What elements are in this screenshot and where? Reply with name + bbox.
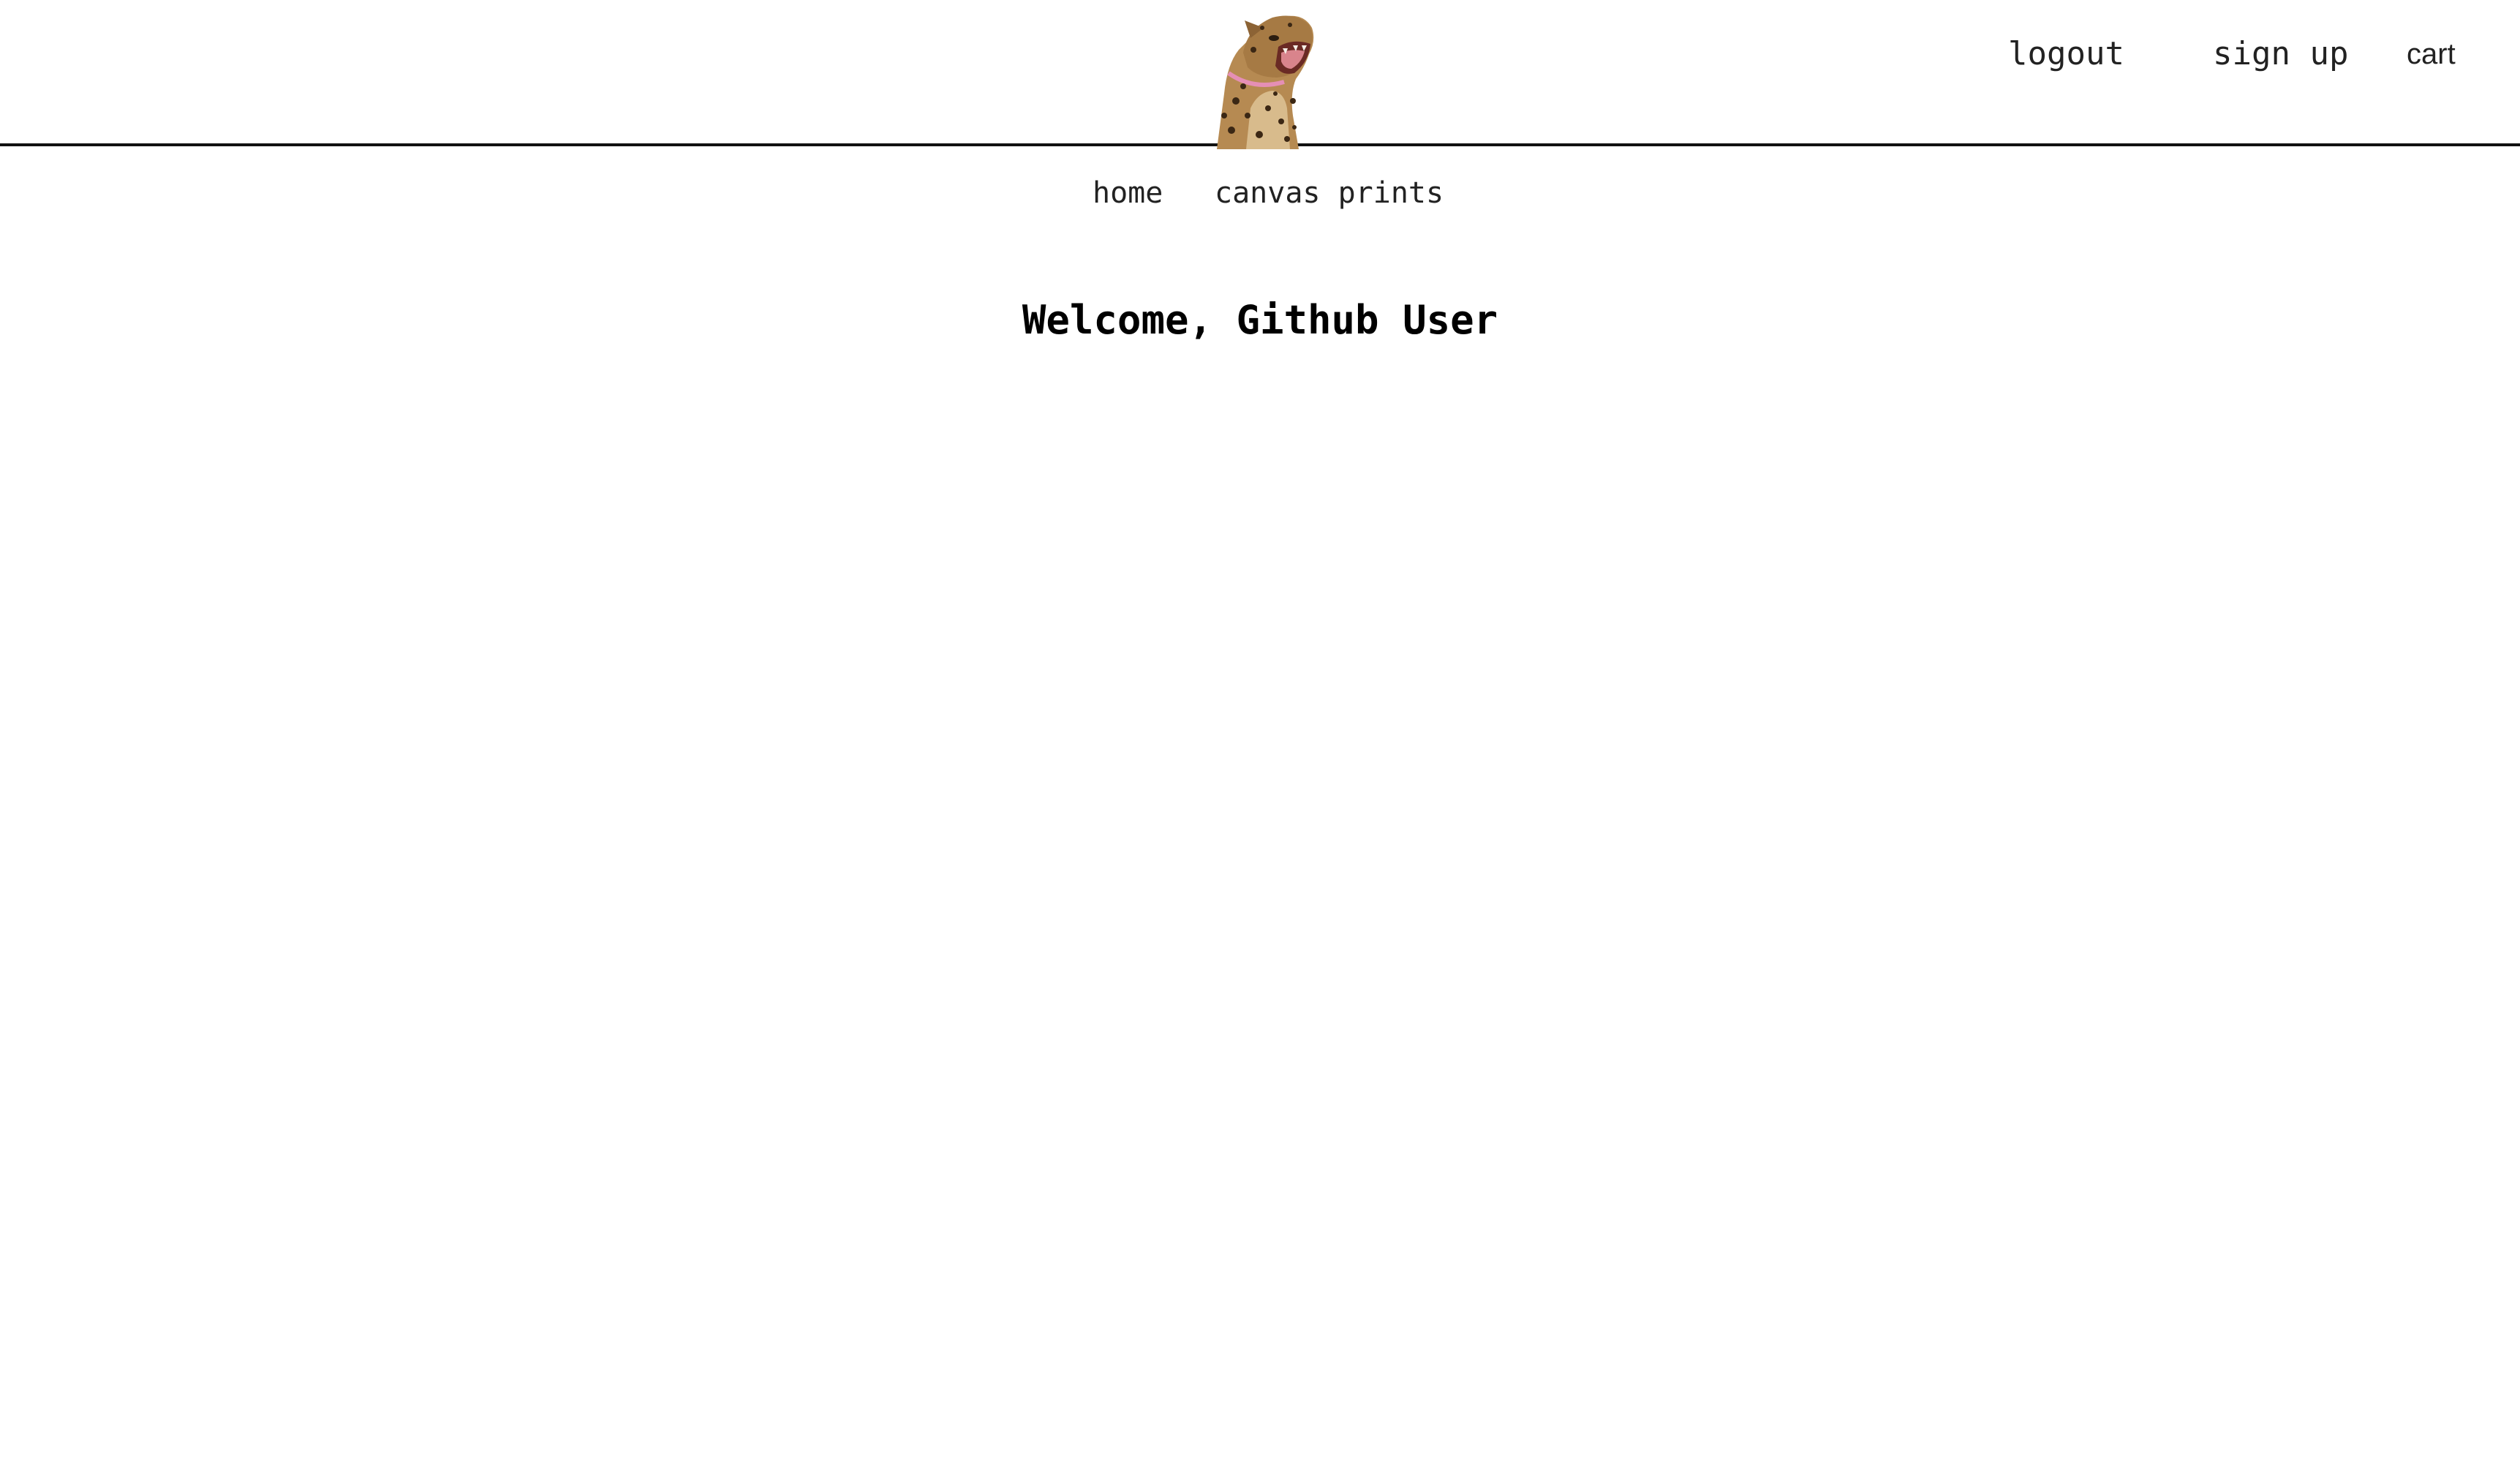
nav-item-canvas-prints[interactable]: canvas prints [1215,171,1444,215]
nav-item-home[interactable]: home [1093,171,1163,215]
site-header: logout sign up cart [0,0,2520,149]
cart-link[interactable]: cart [2407,32,2456,76]
leopard-logo-icon[interactable] [1202,6,1316,149]
page: logout sign up cart home canvas prints W… [0,0,2520,1457]
sign-up-link[interactable]: sign up [2213,32,2348,76]
logout-link[interactable]: logout [2008,32,2124,76]
main-nav: home canvas prints [0,171,2520,215]
welcome-heading: Welcome, Github User [1022,297,1498,343]
